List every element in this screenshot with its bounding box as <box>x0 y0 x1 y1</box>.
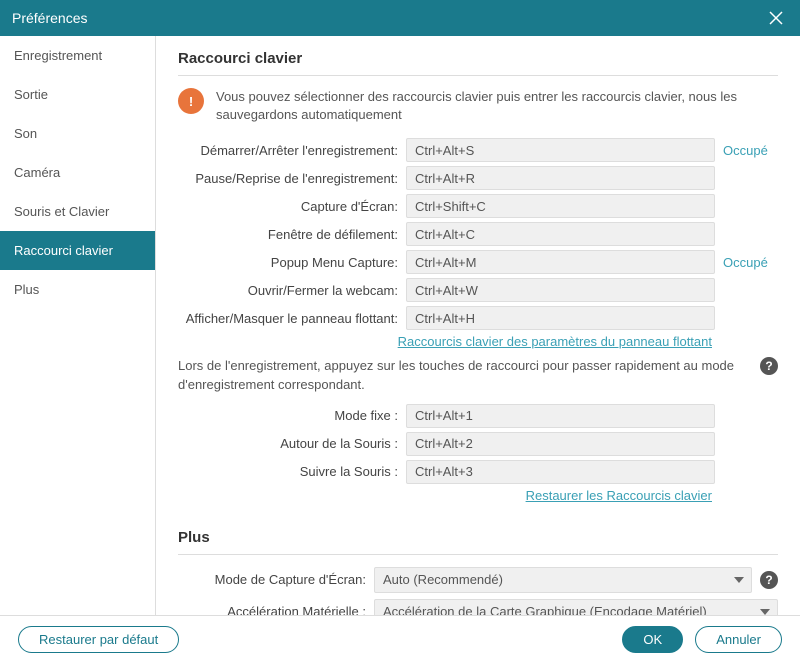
shortcut-row-start-stop: Démarrer/Arrêter l'enregistrement: Occup… <box>178 138 778 162</box>
shortcut-input-float-panel[interactable] <box>406 306 715 330</box>
capture-mode-select[interactable]: Auto (Recommendé) <box>374 567 752 593</box>
field-label: Ouvrir/Fermer la webcam: <box>178 283 398 298</box>
field-label: Afficher/Masquer le panneau flottant: <box>178 311 398 326</box>
hw-accel-select[interactable]: Accélération de la Carte Graphique (Enco… <box>374 599 778 615</box>
section-title-plus: Plus <box>178 529 778 555</box>
shortcut-row-screenshot: Capture d'Écran: <box>178 194 778 218</box>
sidebar-item-more[interactable]: Plus <box>0 270 155 309</box>
mode-row-around-mouse: Autour de la Souris : <box>178 432 778 456</box>
field-label: Capture d'Écran: <box>178 199 398 214</box>
alert-icon: ! <box>178 88 204 114</box>
restore-defaults-button[interactable]: Restaurer par défaut <box>18 626 179 653</box>
field-label: Accélération Matérielle : <box>178 604 366 615</box>
sidebar-item-camera[interactable]: Caméra <box>0 153 155 192</box>
hint-row: Lors de l'enregistrement, appuyez sur le… <box>178 357 778 393</box>
field-label: Pause/Reprise de l'enregistrement: <box>178 171 398 186</box>
info-text: Vous pouvez sélectionner des raccourcis … <box>216 88 778 124</box>
sidebar-item-shortcuts[interactable]: Raccourci clavier <box>0 231 155 270</box>
help-icon[interactable]: ? <box>760 357 778 375</box>
restore-shortcuts-link[interactable]: Restaurer les Raccourcis clavier <box>526 488 712 503</box>
sidebar-item-mouse-keyboard[interactable]: Souris et Clavier <box>0 192 155 231</box>
shortcut-row-float-panel: Afficher/Masquer le panneau flottant: <box>178 306 778 330</box>
float-panel-settings-link[interactable]: Raccourcis clavier des paramètres du pan… <box>398 334 712 349</box>
sidebar-item-sound[interactable]: Son <box>0 114 155 153</box>
close-icon[interactable] <box>764 6 788 30</box>
field-label: Mode fixe : <box>178 408 398 423</box>
cancel-button[interactable]: Annuler <box>695 626 782 653</box>
field-label: Fenêtre de défilement: <box>178 227 398 242</box>
shortcut-input-scroll[interactable] <box>406 222 715 246</box>
info-row: ! Vous pouvez sélectionner des raccourci… <box>178 88 778 124</box>
capture-mode-row: Mode de Capture d'Écran: Auto (Recommend… <box>178 567 778 593</box>
shortcut-row-pause: Pause/Reprise de l'enregistrement: <box>178 166 778 190</box>
mode-input-fixed[interactable] <box>406 404 715 428</box>
sidebar-item-recording[interactable]: Enregistrement <box>0 36 155 75</box>
hint-text: Lors de l'enregistrement, appuyez sur le… <box>178 357 752 393</box>
mode-input-around-mouse[interactable] <box>406 432 715 456</box>
shortcut-input-start-stop[interactable] <box>406 138 715 162</box>
field-label: Autour de la Souris : <box>178 436 398 451</box>
shortcut-input-webcam[interactable] <box>406 278 715 302</box>
mode-row-follow-mouse: Suivre la Souris : <box>178 460 778 484</box>
section-title-shortcuts: Raccourci clavier <box>178 50 778 76</box>
shortcut-row-scroll: Fenêtre de défilement: <box>178 222 778 246</box>
footer: Restaurer par défaut OK Annuler <box>0 615 800 663</box>
shortcut-input-screenshot[interactable] <box>406 194 715 218</box>
shortcut-row-popup: Popup Menu Capture: Occupé <box>178 250 778 274</box>
shortcut-row-webcam: Ouvrir/Fermer la webcam: <box>178 278 778 302</box>
help-icon[interactable]: ? <box>760 571 778 589</box>
status-badge: Occupé <box>723 143 778 158</box>
field-label: Suivre la Souris : <box>178 464 398 479</box>
shortcut-input-pause[interactable] <box>406 166 715 190</box>
titlebar: Préférences <box>0 0 800 36</box>
sidebar-item-output[interactable]: Sortie <box>0 75 155 114</box>
window-title: Préférences <box>12 10 87 26</box>
mode-row-fixed: Mode fixe : <box>178 404 778 428</box>
shortcut-input-popup[interactable] <box>406 250 715 274</box>
sidebar: Enregistrement Sortie Son Caméra Souris … <box>0 36 156 615</box>
status-badge: Occupé <box>723 255 778 270</box>
field-label: Mode de Capture d'Écran: <box>178 572 366 587</box>
hw-accel-row: Accélération Matérielle : Accélération d… <box>178 599 778 615</box>
mode-input-follow-mouse[interactable] <box>406 460 715 484</box>
field-label: Popup Menu Capture: <box>178 255 398 270</box>
ok-button[interactable]: OK <box>622 626 683 653</box>
main-panel: Raccourci clavier ! Vous pouvez sélectio… <box>156 36 800 615</box>
field-label: Démarrer/Arrêter l'enregistrement: <box>178 143 398 158</box>
